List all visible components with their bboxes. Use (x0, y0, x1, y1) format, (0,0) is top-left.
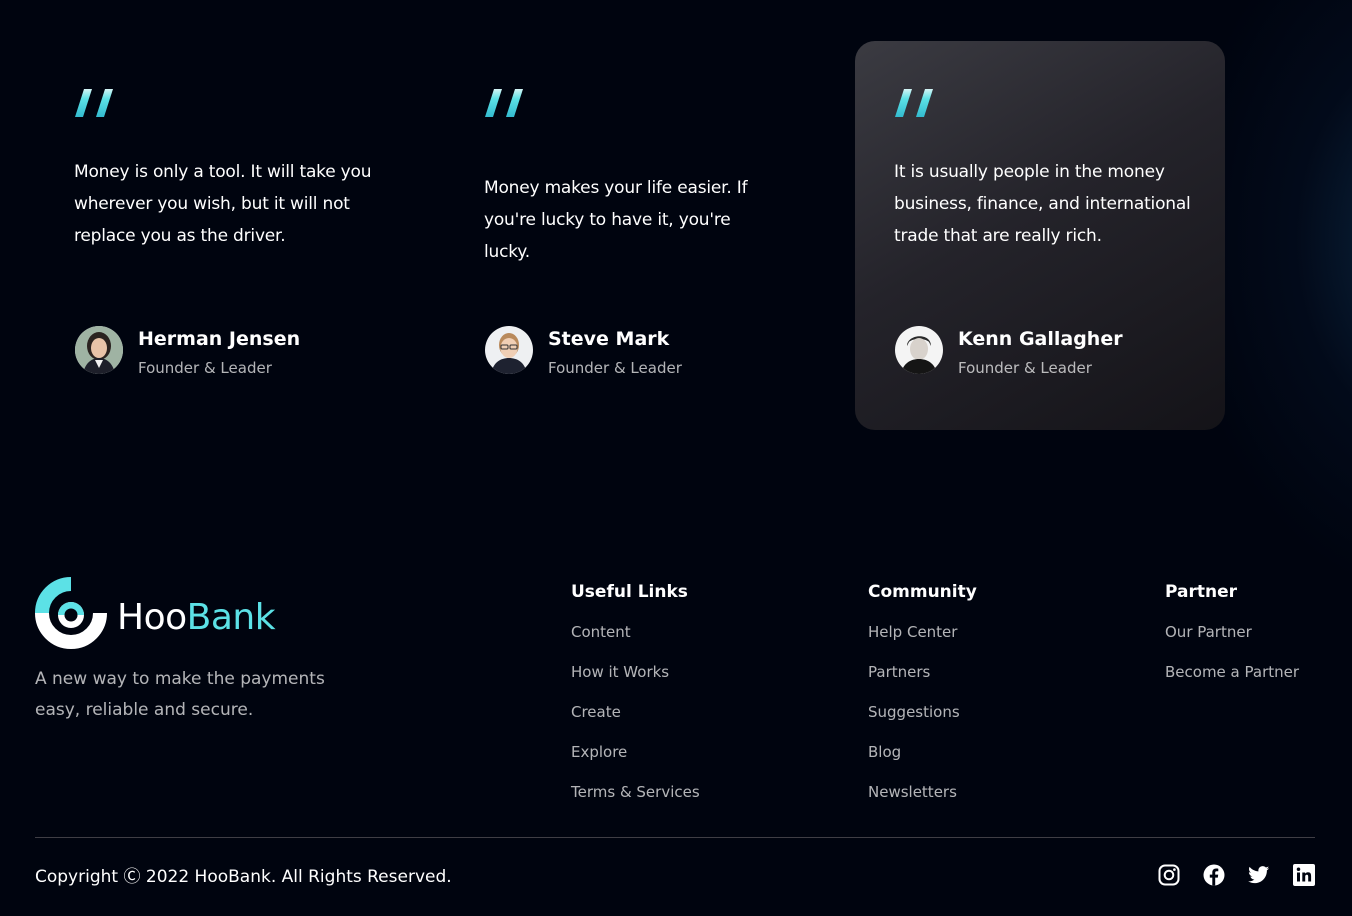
column-title: Partner (1165, 582, 1238, 602)
testimonial-text: It is usually people in the money busine… (894, 162, 1191, 246)
copyright-text: Copyright Ⓒ 2022 HooBank. All Rights Res… (35, 867, 452, 887)
testimonial-author: Kenn Gallagher Founder & Leader (895, 326, 1215, 377)
link-list: Help Center Partners Suggestions Blog Ne… (868, 618, 977, 818)
author-name: Steve Mark (548, 328, 670, 350)
column-title: Useful Links (571, 582, 688, 602)
author-title: Founder & Leader (548, 359, 682, 377)
footer-link-our-partner[interactable]: Our Partner (1165, 618, 1299, 658)
quote-icon (895, 89, 933, 117)
footer-divider (35, 837, 1315, 838)
testimonial-card: Money is only a tool. It will take you w… (35, 41, 405, 430)
footer-column-useful-links: Useful Links Content How it Works Create… (571, 578, 700, 818)
logo-wordmark: HooBank (117, 597, 276, 638)
footer-link-help-center[interactable]: Help Center (868, 618, 977, 658)
footer-tagline: A new way to make the payments easy, rel… (35, 669, 325, 720)
logo-text-bank: Bank (186, 597, 276, 638)
linkedin-icon[interactable] (1293, 864, 1315, 886)
footer-link-suggestions[interactable]: Suggestions (868, 698, 977, 738)
footer-link-become-partner[interactable]: Become a Partner (1165, 658, 1299, 698)
quote-icon (485, 89, 523, 117)
logo-text-hoo: Hoo (117, 597, 187, 638)
testimonial-author: Herman Jensen Founder & Leader (75, 326, 395, 377)
instagram-icon[interactable] (1158, 864, 1180, 886)
page: Money is only a tool. It will take you w… (0, 0, 1352, 916)
footer-link-terms[interactable]: Terms & Services (571, 778, 700, 818)
footer-logo[interactable]: HooBank (35, 577, 305, 649)
avatar (75, 326, 123, 374)
author-title: Founder & Leader (138, 359, 272, 377)
avatar (895, 326, 943, 374)
twitter-icon[interactable] (1248, 864, 1270, 886)
footer-link-create[interactable]: Create (571, 698, 700, 738)
testimonial-author: Steve Mark Founder & Leader (485, 326, 805, 377)
footer-link-partners[interactable]: Partners (868, 658, 977, 698)
hoobank-logo-icon (35, 577, 107, 649)
footer-link-blog[interactable]: Blog (868, 738, 977, 778)
author-name: Kenn Gallagher (958, 328, 1123, 350)
author-title: Founder & Leader (958, 359, 1092, 377)
link-list: Content How it Works Create Explore Term… (571, 618, 700, 818)
testimonial-card-highlighted: It is usually people in the money busine… (855, 41, 1225, 430)
testimonial-text: Money makes your life easier. If you're … (484, 178, 748, 262)
avatar (485, 326, 533, 374)
footer-link-explore[interactable]: Explore (571, 738, 700, 778)
link-list: Our Partner Become a Partner (1165, 618, 1299, 698)
footer-link-how-it-works[interactable]: How it Works (571, 658, 700, 698)
facebook-icon[interactable] (1203, 864, 1225, 886)
footer-link-newsletters[interactable]: Newsletters (868, 778, 977, 818)
footer-link-content[interactable]: Content (571, 618, 700, 658)
footer-column-partner: Partner Our Partner Become a Partner (1165, 578, 1299, 698)
quote-icon (75, 89, 113, 117)
footer-column-community: Community Help Center Partners Suggestio… (868, 578, 977, 818)
testimonial-card: Money makes your life easier. If you're … (445, 41, 815, 430)
testimonial-text: Money is only a tool. It will take you w… (74, 162, 372, 246)
author-name: Herman Jensen (138, 328, 301, 350)
column-title: Community (868, 582, 977, 602)
